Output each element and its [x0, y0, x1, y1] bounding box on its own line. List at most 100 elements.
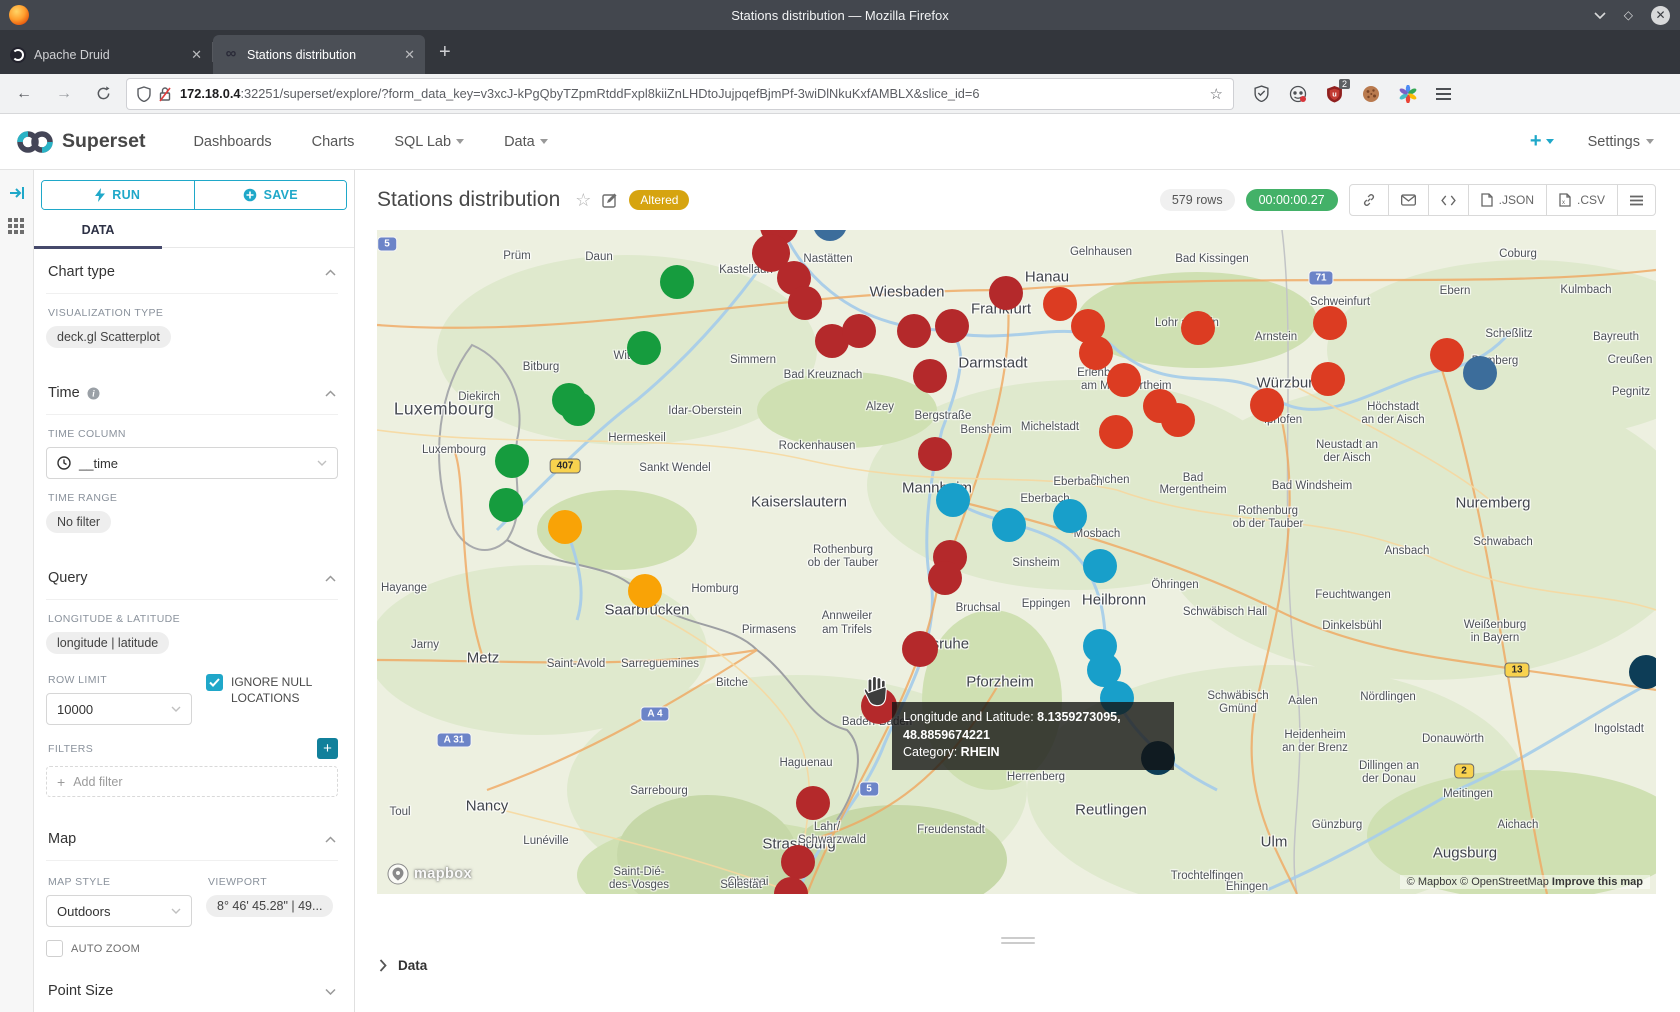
- station-point-neckar[interactable]: [1083, 549, 1117, 583]
- station-point-mosel[interactable]: [489, 488, 523, 522]
- time-column-select[interactable]: __time: [46, 447, 338, 479]
- cookie-icon[interactable]: [1362, 85, 1380, 103]
- section-chart-type[interactable]: Chart type: [46, 248, 338, 294]
- station-point-rhein[interactable]: [796, 786, 830, 820]
- viz-type-value[interactable]: deck.gl Scatterplot: [46, 326, 171, 348]
- station-point-main[interactable]: [1311, 362, 1345, 396]
- tab-close-icon[interactable]: ✕: [404, 47, 415, 63]
- nav-sql-lab[interactable]: SQL Lab: [394, 134, 464, 150]
- ublock-icon[interactable]: u 2: [1326, 85, 1343, 103]
- save-button[interactable]: SAVE: [195, 181, 347, 209]
- checkbox-unchecked-icon[interactable]: [46, 940, 63, 957]
- station-point-rhein[interactable]: [902, 631, 938, 667]
- account-mask-icon[interactable]: [1289, 85, 1307, 103]
- insecure-lock-icon[interactable]: [158, 86, 172, 102]
- station-point-neckar[interactable]: [936, 483, 970, 517]
- station-point-rhein[interactable]: [842, 314, 876, 348]
- tracking-shield-icon[interactable]: [137, 86, 151, 102]
- url-field[interactable]: 172.18.0.4 :32251/superset/explore/?form…: [127, 79, 1233, 109]
- window-minimize-button[interactable]: [1594, 11, 1606, 19]
- station-point-rhein[interactable]: [788, 286, 822, 320]
- time-range-value[interactable]: No filter: [46, 511, 111, 533]
- section-point-size[interactable]: Point Size: [46, 967, 338, 1012]
- favorite-star-icon[interactable]: ☆: [575, 190, 591, 211]
- tab-close-icon[interactable]: ✕: [191, 47, 202, 63]
- nav-data[interactable]: Data: [504, 134, 548, 150]
- share-link-button[interactable]: [1350, 185, 1389, 215]
- map-style-select[interactable]: Outdoors: [46, 895, 192, 927]
- altered-badge[interactable]: Altered: [629, 190, 689, 210]
- map-canvas[interactable]: PrümDaunKastellaunNastättenWiesbadenFran…: [377, 230, 1656, 894]
- station-point-mosel[interactable]: [660, 265, 694, 299]
- extension-pinwheel-icon[interactable]: [1399, 85, 1417, 103]
- station-point-rhein[interactable]: [935, 309, 969, 343]
- station-point-donau[interactable]: [1629, 655, 1656, 689]
- station-point-saar[interactable]: [548, 510, 582, 544]
- station-point-main[interactable]: [1250, 388, 1284, 422]
- station-point-neckar[interactable]: [992, 508, 1026, 542]
- station-point-main[interactable]: [1099, 415, 1133, 449]
- ignore-null-checkbox-row[interactable]: IGNORE NULL LOCATIONS: [206, 674, 336, 706]
- station-point-main[interactable]: [1430, 338, 1464, 372]
- tab-stations-distribution[interactable]: ∞ Stations distribution ✕: [213, 35, 425, 74]
- expand-panel-icon[interactable]: [9, 186, 25, 200]
- plus-circle-icon: [243, 188, 257, 202]
- nav-dashboards[interactable]: Dashboards: [193, 134, 271, 150]
- station-point-rhein[interactable]: [928, 561, 962, 595]
- back-button[interactable]: ←: [16, 85, 32, 103]
- station-point-saar[interactable]: [628, 574, 662, 608]
- station-point-main[interactable]: [1079, 336, 1113, 370]
- lonlat-value[interactable]: longitude | latitude: [46, 632, 169, 654]
- station-point-rhein[interactable]: [989, 276, 1023, 310]
- new-tab-button[interactable]: +: [439, 41, 451, 64]
- station-point-rhein[interactable]: [913, 359, 947, 393]
- map-attribution[interactable]: © Mapbox © OpenStreetMap Improve this ma…: [1400, 875, 1650, 889]
- station-point-neckar[interactable]: [1053, 499, 1087, 533]
- station-point-mosel[interactable]: [495, 444, 529, 478]
- export-csv-button[interactable]: x .CSV: [1547, 185, 1618, 215]
- section-map[interactable]: Map: [46, 815, 338, 861]
- auto-zoom-checkbox-row[interactable]: AUTO ZOOM: [46, 940, 192, 957]
- browser-menu-icon[interactable]: [1436, 85, 1451, 103]
- station-point-lahn[interactable]: [1463, 356, 1497, 390]
- reload-button[interactable]: [96, 86, 111, 101]
- settings-menu[interactable]: Settings: [1588, 134, 1654, 150]
- bookmark-star-icon[interactable]: ☆: [1210, 85, 1223, 103]
- station-point-main[interactable]: [1043, 287, 1077, 321]
- row-limit-select[interactable]: 10000: [46, 693, 192, 725]
- mapbox-logo[interactable]: mapbox: [387, 863, 472, 885]
- station-point-rhein[interactable]: [918, 437, 952, 471]
- run-button[interactable]: RUN: [42, 181, 195, 209]
- window-close-button[interactable]: ✕: [1651, 6, 1670, 25]
- station-point-rhein[interactable]: [897, 314, 931, 348]
- station-point-rhein[interactable]: [781, 845, 815, 879]
- export-json-button[interactable]: .JSON: [1469, 185, 1547, 215]
- email-button[interactable]: [1389, 185, 1429, 215]
- section-time[interactable]: Time i: [46, 369, 338, 415]
- add-filter-plus-button[interactable]: +: [317, 738, 338, 759]
- edit-properties-icon[interactable]: [602, 192, 618, 208]
- station-point-main[interactable]: [1313, 306, 1347, 340]
- tab-apache-druid[interactable]: Apache Druid ✕: [0, 35, 212, 74]
- panel-resize-handle[interactable]: [1001, 934, 1035, 947]
- chart-menu-button[interactable]: [1618, 185, 1655, 215]
- nav-charts[interactable]: Charts: [312, 134, 355, 150]
- station-point-main[interactable]: [1107, 363, 1141, 397]
- station-point-main[interactable]: [1161, 403, 1195, 437]
- add-filter-box[interactable]: + Add filter: [46, 766, 338, 797]
- forward-button[interactable]: →: [56, 85, 72, 103]
- superset-logo[interactable]: Superset: [16, 129, 145, 155]
- window-maximize-button[interactable]: ◇: [1624, 8, 1633, 22]
- data-panel-toggle[interactable]: Data: [379, 958, 427, 973]
- section-query[interactable]: Query: [46, 554, 338, 600]
- station-point-main[interactable]: [1181, 311, 1215, 345]
- add-new-button[interactable]: +: [1530, 130, 1554, 153]
- dataset-grid-icon[interactable]: [8, 218, 25, 235]
- viewport-value[interactable]: 8° 46' 45.28" | 49...: [206, 895, 333, 917]
- checkbox-checked-icon[interactable]: [206, 674, 223, 691]
- station-point-mosel[interactable]: [561, 392, 595, 426]
- tab-data[interactable]: DATA: [34, 223, 162, 247]
- embed-code-button[interactable]: [1429, 185, 1469, 215]
- pocket-shield-icon[interactable]: [1253, 85, 1270, 102]
- station-point-mosel[interactable]: [627, 331, 661, 365]
